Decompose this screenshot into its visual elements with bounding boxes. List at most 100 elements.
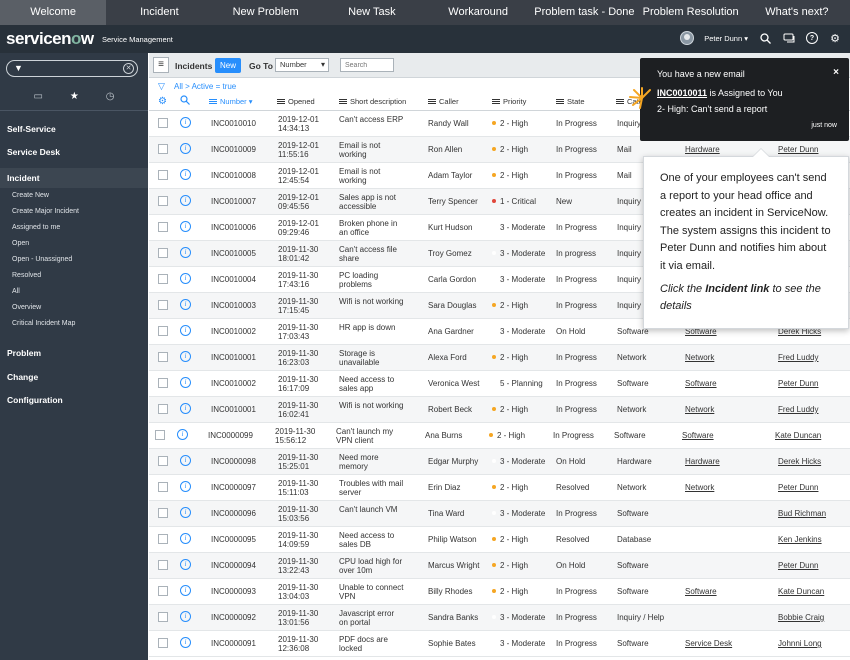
column-menu-icon[interactable] bbox=[492, 99, 500, 104]
tour-tab-7[interactable]: What's next? bbox=[744, 0, 850, 25]
row-checkbox[interactable] bbox=[158, 248, 168, 258]
incident-number[interactable]: INC0000095 bbox=[211, 535, 256, 544]
column-menu-icon[interactable] bbox=[428, 99, 436, 104]
incident-number[interactable]: INC0010008 bbox=[211, 171, 256, 180]
incident-number[interactable]: INC0000093 bbox=[211, 587, 256, 596]
chat-icon[interactable] bbox=[782, 31, 796, 45]
sidebar-module-overview[interactable]: Overview bbox=[12, 304, 41, 311]
tour-tab-3[interactable]: New Task bbox=[319, 0, 425, 25]
column-header-0[interactable]: Number ▾ bbox=[209, 97, 253, 106]
info-icon[interactable]: i bbox=[180, 169, 191, 180]
column-header-5[interactable]: State bbox=[556, 97, 585, 106]
close-icon[interactable]: × bbox=[833, 67, 839, 78]
row-checkbox[interactable] bbox=[158, 586, 168, 596]
tour-tab-2[interactable]: New Problem bbox=[213, 0, 319, 25]
assigned-to-link[interactable]: Bobbie Craig bbox=[778, 613, 824, 622]
column-header-2[interactable]: Short description bbox=[339, 97, 406, 106]
star-icon[interactable]: ★ bbox=[70, 91, 79, 102]
sidebar-module-create-major-incident[interactable]: Create Major Incident bbox=[12, 208, 79, 215]
row-checkbox[interactable] bbox=[158, 378, 168, 388]
row-checkbox[interactable] bbox=[158, 508, 168, 518]
row-checkbox[interactable] bbox=[158, 612, 168, 622]
tour-tab-0[interactable]: Welcome bbox=[0, 0, 107, 25]
row-checkbox[interactable] bbox=[158, 482, 168, 492]
assignment-group-link[interactable]: Network bbox=[685, 405, 714, 414]
info-icon[interactable]: i bbox=[180, 325, 191, 336]
user-menu[interactable]: Peter Dunn ▾ bbox=[704, 34, 748, 43]
assignment-group-link[interactable]: Hardware bbox=[685, 457, 720, 466]
column-header-3[interactable]: Caller bbox=[428, 97, 459, 106]
row-checkbox[interactable] bbox=[158, 274, 168, 284]
column-menu-icon[interactable] bbox=[556, 99, 564, 104]
history-icon[interactable]: ▭ bbox=[33, 91, 42, 102]
assignment-group-link[interactable]: Hardware bbox=[685, 145, 720, 154]
row-checkbox[interactable] bbox=[155, 430, 165, 440]
incident-number[interactable]: INC0000096 bbox=[211, 509, 256, 518]
list-menu-icon[interactable]: ≡ bbox=[153, 57, 169, 73]
assigned-to-link[interactable]: Peter Dunn bbox=[778, 379, 818, 388]
assigned-to-link[interactable]: Peter Dunn bbox=[778, 483, 818, 492]
row-checkbox[interactable] bbox=[158, 170, 168, 180]
assignment-group-link[interactable]: Service Desk bbox=[685, 639, 732, 648]
sidebar-section-service-desk[interactable]: Service Desk bbox=[0, 142, 148, 162]
info-icon[interactable]: i bbox=[180, 585, 191, 596]
assigned-to-link[interactable]: Derek Hicks bbox=[778, 457, 821, 466]
info-icon[interactable]: i bbox=[180, 273, 191, 284]
sidebar-section-self-service[interactable]: Self-Service bbox=[0, 119, 148, 139]
incident-number[interactable]: INC0010001 bbox=[211, 353, 256, 362]
sidebar-module-critical-incident-map[interactable]: Critical Incident Map bbox=[12, 320, 75, 327]
row-checkbox[interactable] bbox=[158, 404, 168, 414]
row-checkbox[interactable] bbox=[158, 118, 168, 128]
sidebar-module-resolved[interactable]: Resolved bbox=[12, 272, 41, 279]
info-icon[interactable]: i bbox=[180, 637, 191, 648]
incident-number[interactable]: INC0010004 bbox=[211, 275, 256, 284]
incident-number[interactable]: INC0000098 bbox=[211, 457, 256, 466]
assignment-group-link[interactable]: Software bbox=[682, 431, 714, 440]
assigned-to-link[interactable]: Johnni Long bbox=[778, 639, 822, 648]
incident-number[interactable]: INC0010005 bbox=[211, 249, 256, 258]
incident-number[interactable]: INC0010007 bbox=[211, 197, 256, 206]
info-icon[interactable]: i bbox=[177, 429, 188, 440]
tour-tab-5[interactable]: Problem task - Done bbox=[531, 0, 637, 25]
breadcrumb[interactable]: All > Active = true bbox=[174, 82, 236, 91]
row-checkbox[interactable] bbox=[158, 638, 168, 648]
assigned-to-link[interactable]: Kate Duncan bbox=[778, 587, 824, 596]
assigned-to-link[interactable]: Peter Dunn bbox=[778, 145, 818, 154]
sidebar-module-open-unassigned[interactable]: Open - Unassigned bbox=[12, 256, 72, 263]
search-icon[interactable] bbox=[758, 31, 772, 45]
incident-number[interactable]: INC0010010 bbox=[211, 119, 256, 128]
column-menu-icon[interactable] bbox=[339, 99, 347, 104]
assigned-to-link[interactable]: Bud Richman bbox=[778, 509, 826, 518]
assigned-to-link[interactable]: Kate Duncan bbox=[775, 431, 821, 440]
info-icon[interactable]: i bbox=[180, 533, 191, 544]
info-icon[interactable]: i bbox=[180, 299, 191, 310]
assignment-group-link[interactable]: Network bbox=[685, 483, 714, 492]
info-icon[interactable]: i bbox=[180, 143, 191, 154]
assigned-to-link[interactable]: Fred Luddy bbox=[778, 405, 818, 414]
info-icon[interactable]: i bbox=[180, 559, 191, 570]
sidebar-section-configuration[interactable]: Configuration bbox=[0, 390, 148, 410]
new-button[interactable]: New bbox=[215, 58, 241, 73]
assigned-to-link[interactable]: Peter Dunn bbox=[778, 561, 818, 570]
row-checkbox[interactable] bbox=[158, 300, 168, 310]
incident-link[interactable]: INC0010011 bbox=[657, 88, 707, 98]
incident-number[interactable]: INC0010006 bbox=[211, 223, 256, 232]
column-menu-icon[interactable] bbox=[616, 99, 624, 104]
row-checkbox[interactable] bbox=[158, 144, 168, 154]
info-icon[interactable]: i bbox=[180, 221, 191, 232]
row-checkbox[interactable] bbox=[158, 352, 168, 362]
incident-number[interactable]: INC0000091 bbox=[211, 639, 256, 648]
row-checkbox[interactable] bbox=[158, 534, 168, 544]
help-icon[interactable]: ? bbox=[806, 32, 818, 44]
incident-number[interactable]: INC0010009 bbox=[211, 145, 256, 154]
goto-field-select[interactable]: Number bbox=[275, 58, 329, 72]
list-settings-gear-icon[interactable]: ⚙ bbox=[158, 96, 167, 107]
row-checkbox[interactable] bbox=[158, 326, 168, 336]
info-icon[interactable]: i bbox=[180, 455, 191, 466]
list-search-input[interactable] bbox=[340, 58, 394, 72]
column-header-4[interactable]: Priority bbox=[492, 97, 526, 106]
column-menu-icon[interactable] bbox=[209, 99, 217, 104]
sidebar-module-assigned-to-me[interactable]: Assigned to me bbox=[12, 224, 60, 231]
info-icon[interactable]: i bbox=[180, 481, 191, 492]
assignment-group-link[interactable]: Software bbox=[685, 587, 717, 596]
